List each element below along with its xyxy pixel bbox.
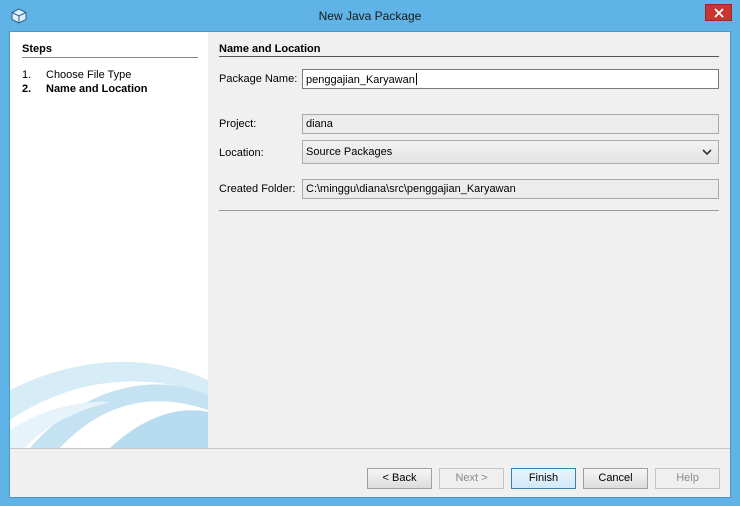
form-panel: Name and Location Package Name: penggaji… bbox=[208, 32, 730, 448]
back-button[interactable]: < Back bbox=[367, 468, 432, 489]
created-folder-value: C:\minggu\diana\src\penggajian_Karyawan bbox=[306, 183, 516, 195]
chevron-down-icon bbox=[702, 149, 712, 156]
step-name-and-location: 2. Name and Location bbox=[22, 83, 147, 95]
created-folder-label: Created Folder: bbox=[219, 183, 296, 195]
created-folder-field: C:\minggu\diana\src\penggajian_Karyawan bbox=[302, 179, 719, 199]
step-choose-file-type: 1. Choose File Type bbox=[22, 69, 131, 81]
steps-panel: Steps 1. Choose File Type 2. Name and Loca… bbox=[10, 32, 208, 448]
steps-heading: Steps bbox=[22, 43, 52, 55]
cancel-button[interactable]: Cancel bbox=[583, 468, 648, 489]
package-name-label: Package Name: bbox=[219, 73, 298, 85]
footer-divider bbox=[10, 448, 730, 449]
window-title: New Java Package bbox=[318, 9, 422, 23]
location-value: Source Packages bbox=[306, 146, 393, 158]
step-number: 1. bbox=[22, 69, 32, 81]
dialog-content: Steps 1. Choose File Type 2. Name and Loca… bbox=[9, 31, 731, 498]
title-bar[interactable]: New Java Package bbox=[0, 0, 740, 31]
step-label: Choose File Type bbox=[46, 69, 132, 81]
form-divider bbox=[219, 210, 719, 211]
package-name-value: penggajian_Karyawan bbox=[306, 74, 415, 86]
section-heading: Name and Location bbox=[219, 43, 321, 55]
finish-button[interactable]: Finish bbox=[511, 468, 576, 489]
section-divider bbox=[219, 56, 719, 57]
wizard-swoosh-graphic bbox=[10, 361, 208, 448]
close-button[interactable] bbox=[705, 4, 732, 21]
project-value: diana bbox=[306, 118, 333, 130]
package-name-input[interactable]: penggajian_Karyawan bbox=[302, 69, 719, 89]
location-label: Location: bbox=[219, 147, 264, 159]
location-select[interactable]: Source Packages bbox=[302, 140, 719, 164]
steps-divider bbox=[22, 57, 198, 58]
next-button[interactable]: Next > bbox=[439, 468, 504, 489]
text-caret bbox=[415, 73, 417, 85]
step-label: Name and Location bbox=[46, 83, 148, 95]
project-label: Project: bbox=[219, 118, 257, 130]
close-icon bbox=[714, 8, 724, 18]
help-button[interactable]: Help bbox=[655, 468, 720, 489]
project-field: diana bbox=[302, 114, 719, 134]
step-number: 2. bbox=[22, 83, 32, 95]
dialog-window: New Java Package Steps 1. Choose File Typ… bbox=[0, 0, 740, 506]
